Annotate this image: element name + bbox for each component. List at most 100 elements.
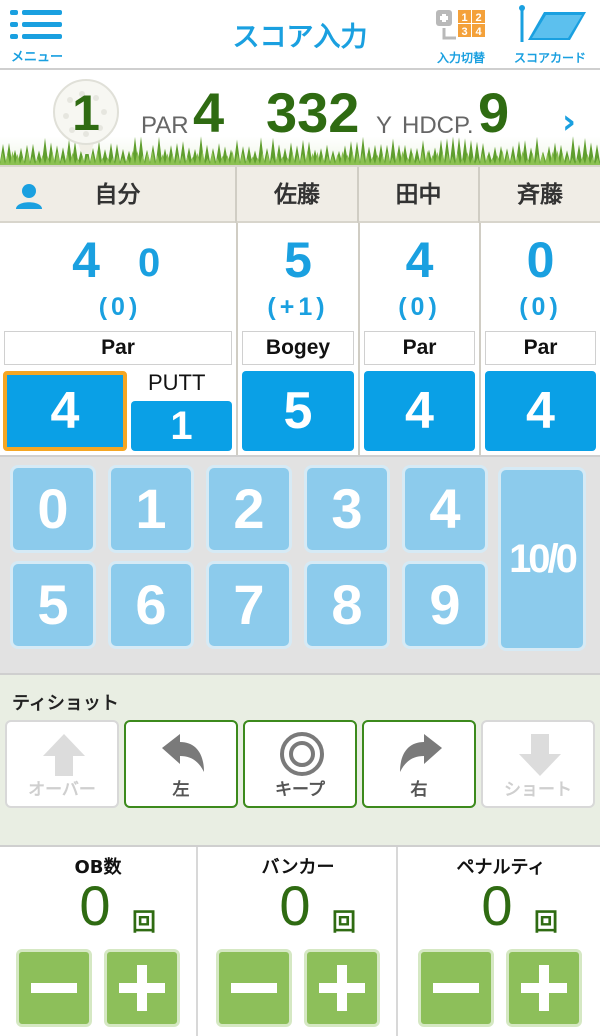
putt-button-self[interactable]: 1 — [131, 401, 232, 451]
scorecard-button[interactable]: スコアカード — [508, 4, 592, 66]
switch-digit-1: 1 — [461, 12, 467, 24]
minus-icon — [433, 983, 479, 993]
ob-unit: 回 — [132, 908, 156, 936]
penalty-plus-button[interactable] — [506, 949, 582, 1027]
tee-over-button[interactable]: オーバー — [5, 720, 119, 808]
key-ten[interactable]: 10/0 — [498, 467, 586, 651]
penalty-minus-button[interactable] — [418, 949, 494, 1027]
tee-right-button[interactable]: 右 — [362, 720, 476, 808]
key-1[interactable]: 1 — [108, 465, 194, 553]
hamburger-menu-icon — [10, 10, 62, 40]
player-header-saito[interactable]: 斉藤 — [480, 167, 600, 223]
next-hole-chevron-icon[interactable]: › — [562, 102, 576, 142]
key-8[interactable]: 8 — [304, 561, 390, 649]
key-5[interactable]: 5 — [10, 561, 96, 649]
tee-over-label: オーバー — [28, 780, 96, 800]
stroke-button-self[interactable]: 4 — [3, 371, 127, 451]
total-score-self: 4 — [72, 232, 100, 288]
player-header-sato[interactable]: 佐藤 — [237, 167, 359, 223]
par-value: 4 — [193, 81, 225, 144]
bunker-minus-button[interactable] — [216, 949, 292, 1027]
ob-counter: OB数 0 回 — [0, 847, 198, 1036]
arrow-right-curve-icon — [400, 734, 442, 772]
key-0[interactable]: 0 — [10, 465, 96, 553]
input-switch-label: 入力切替 — [436, 51, 485, 65]
tee-short-button[interactable]: ショート — [481, 720, 595, 808]
ob-minus-button[interactable] — [16, 949, 92, 1027]
bunker-value: 0 — [279, 874, 311, 937]
score-diff-saito: (0) — [519, 293, 562, 321]
scorecard-label: スコアカード — [513, 51, 586, 65]
key-9[interactable]: 9 — [402, 561, 488, 649]
menu-label: メニュー — [10, 50, 63, 65]
switch-digit-4: 4 — [475, 26, 482, 38]
hole-info-bar: 1 PAR 4 332 Y HDCP. 9 › — [0, 70, 600, 165]
arrow-up-icon — [43, 734, 85, 776]
stroke-button-saito[interactable]: 4 — [485, 371, 596, 451]
player-name: 田中 — [395, 182, 442, 208]
tee-short-label: ショート — [504, 780, 572, 800]
penalty-value: 0 — [481, 874, 513, 937]
tee-left-label: 左 — [172, 780, 190, 800]
tee-shot-title: ティショット — [12, 693, 119, 714]
score-area: 4 0 (0) Par 4 PUTT 1 5 (+1) Bogey 5 4 (0… — [0, 223, 600, 455]
stroke-button-tanaka[interactable]: 4 — [364, 371, 475, 451]
par-label: PAR — [141, 112, 189, 139]
arrow-left-curve-icon — [162, 734, 204, 772]
arrow-down-icon — [519, 734, 561, 776]
ob-value: 0 — [79, 874, 111, 937]
hdcp-value: 9 — [478, 81, 510, 144]
plus-icon-vertical — [137, 965, 147, 1011]
plus-icon-vertical — [337, 965, 347, 1011]
minus-icon — [31, 983, 77, 993]
person-icon — [16, 184, 42, 209]
plus-icon-vertical — [539, 965, 549, 1011]
score-diff-tanaka: (0) — [398, 293, 441, 321]
bunker-plus-button[interactable] — [304, 949, 380, 1027]
bunker-counter: バンカー 0 回 — [200, 847, 398, 1036]
hole-number: 1 — [72, 85, 100, 141]
player-header-self[interactable]: 自分 — [0, 167, 237, 223]
bunker-unit: 回 — [332, 908, 356, 936]
key-4[interactable]: 4 — [402, 465, 488, 553]
player-name: 斉藤 — [517, 182, 563, 208]
total-score-saito: 0 — [526, 232, 555, 288]
menu-button[interactable]: メニュー — [4, 4, 70, 66]
counters-section: OB数 0 回 バンカー 0 回 ペナルティ 0 回 — [0, 845, 600, 1036]
penalty-unit: 回 — [534, 908, 558, 936]
yardage-value: 332 — [266, 81, 360, 144]
putt-label: PUTT — [148, 370, 206, 395]
input-switch-icon: 1 2 3 4 — [436, 10, 485, 40]
result-label-self: Par — [4, 331, 232, 365]
number-keypad: 0 1 2 3 4 5 6 7 8 9 10/0 — [0, 455, 600, 673]
scorecard-icon — [519, 5, 586, 42]
key-3[interactable]: 3 — [304, 465, 390, 553]
penalty-counter: ペナルティ 0 回 — [402, 847, 600, 1036]
total-score-tanaka: 4 — [405, 232, 434, 288]
key-7[interactable]: 7 — [206, 561, 292, 649]
tee-keep-label: キープ — [275, 780, 325, 800]
switch-digit-2: 2 — [475, 12, 481, 24]
hdcp-label: HDCP. — [402, 112, 474, 139]
player-header-tanaka[interactable]: 田中 — [359, 167, 480, 223]
switch-digit-3: 3 — [461, 26, 467, 38]
total-score-sato: 5 — [284, 232, 312, 288]
tee-left-button[interactable]: 左 — [124, 720, 238, 808]
key-6[interactable]: 6 — [108, 561, 194, 649]
tee-right-label: 右 — [410, 780, 428, 800]
tee-shot-section: ティショット オーバー 左 キープ 右 ショート — [0, 673, 600, 845]
stroke-button-sato[interactable]: 5 — [242, 371, 354, 451]
input-switch-button[interactable]: 1 2 3 4 入力切替 — [428, 4, 494, 66]
score-diff-sato: (+1) — [267, 293, 329, 321]
ob-plus-button[interactable] — [104, 949, 180, 1027]
player-header-row: 自分 佐藤 田中 斉藤 — [0, 165, 600, 223]
tee-keep-button[interactable]: キープ — [243, 720, 357, 808]
app-header: メニュー スコア入力 1 2 3 4 入力切替 スコアカード — [0, 0, 600, 70]
yardage-unit: Y — [376, 112, 393, 139]
page-title: スコア入力 — [232, 22, 368, 53]
player-name: 佐藤 — [274, 182, 320, 208]
player-name: 自分 — [94, 182, 141, 208]
key-2[interactable]: 2 — [206, 465, 292, 553]
result-label-sato: Bogey — [242, 331, 354, 365]
target-ring-icon — [280, 732, 324, 776]
